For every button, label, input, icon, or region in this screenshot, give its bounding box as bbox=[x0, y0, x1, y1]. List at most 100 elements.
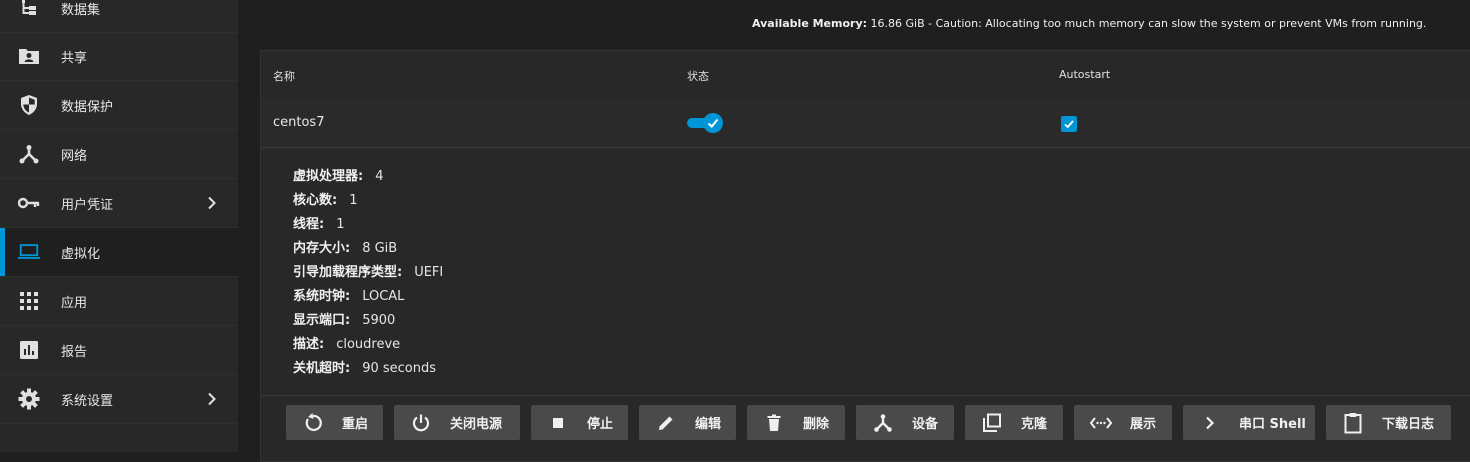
detail-value: 1 bbox=[336, 217, 345, 232]
column-header-autostart[interactable]: Autostart bbox=[1059, 68, 1110, 81]
detail-value: 1 bbox=[349, 193, 358, 208]
sidebar-item-label: 系统设置 bbox=[61, 393, 114, 409]
detail-key: 描述: bbox=[293, 337, 325, 352]
button-label: 串口 Shell bbox=[1239, 417, 1306, 432]
detail-bootloader: 引导加载程序类型: UEFI bbox=[293, 261, 443, 280]
edit-button[interactable]: 编辑 bbox=[639, 405, 736, 440]
sidebar-item-label: 应用 bbox=[61, 295, 88, 311]
gear-icon bbox=[18, 388, 40, 410]
sidebar-item-datasets[interactable]: 数据集 bbox=[0, 0, 238, 33]
edit-icon bbox=[655, 412, 677, 434]
clone-button[interactable]: 克隆 bbox=[965, 405, 1063, 440]
display-icon bbox=[1090, 412, 1112, 434]
detail-clock: 系统时钟: LOCAL bbox=[293, 285, 404, 304]
laptop-icon bbox=[18, 241, 40, 263]
button-label: 停止 bbox=[587, 417, 614, 432]
available-memory-notice: Available Memory: 16.86 GiB - Caution: A… bbox=[752, 17, 1426, 30]
table-header: 名称 状态 Autostart bbox=[261, 51, 1470, 100]
devices-button[interactable]: 设备 bbox=[856, 405, 954, 440]
chevron-right-icon bbox=[205, 196, 219, 210]
network-icon bbox=[18, 143, 40, 165]
column-header-name[interactable]: 名称 bbox=[273, 68, 295, 84]
button-label: 删除 bbox=[803, 417, 830, 432]
sidebar-item-label: 数据集 bbox=[61, 2, 101, 18]
table-row[interactable]: centos7 bbox=[261, 99, 1470, 148]
button-label: 展示 bbox=[1130, 417, 1157, 432]
button-label: 关闭电源 bbox=[450, 417, 503, 432]
memory-label: Available Memory: bbox=[752, 17, 868, 30]
detail-key: 核心数: bbox=[293, 193, 338, 208]
delete-icon bbox=[763, 412, 785, 434]
divider bbox=[261, 395, 1470, 396]
detail-key: 关机超时: bbox=[293, 361, 351, 376]
vm-name: centos7 bbox=[273, 115, 325, 130]
detail-value: 90 seconds bbox=[362, 361, 437, 376]
sidebar-item-label: 用户凭证 bbox=[61, 197, 114, 213]
button-label: 下载日志 bbox=[1382, 417, 1435, 432]
vm-table: 名称 状态 Autostart centos7 虚拟处理器: 4 核心数: 1 线程… bbox=[260, 50, 1470, 462]
detail-display-port: 显示端口: 5900 bbox=[293, 309, 395, 328]
sidebar-item-label: 数据保护 bbox=[61, 99, 114, 115]
sidebar-item-label: 报告 bbox=[61, 344, 88, 360]
shield-icon bbox=[18, 94, 40, 116]
button-label: 重启 bbox=[342, 417, 369, 432]
memory-text: 16.86 GiB - Caution: Allocating too much… bbox=[867, 17, 1427, 30]
display-button[interactable]: 展示 bbox=[1074, 405, 1172, 440]
detail-key: 系统时钟: bbox=[293, 289, 351, 304]
serial-shell-icon bbox=[1199, 412, 1221, 434]
detail-value: LOCAL bbox=[362, 289, 405, 304]
detail-value: cloudreve bbox=[336, 337, 401, 352]
key-icon bbox=[18, 192, 40, 214]
button-label: 克隆 bbox=[1021, 417, 1048, 432]
sidebar-item-label: 共享 bbox=[61, 50, 88, 66]
detail-value: UEFI bbox=[414, 265, 444, 280]
share-icon bbox=[18, 45, 40, 67]
autostart-checkbox[interactable] bbox=[1061, 116, 1077, 132]
sidebar-item-virtualization[interactable]: 虚拟化 bbox=[0, 228, 238, 277]
sidebar-item-share[interactable]: 共享 bbox=[0, 32, 238, 81]
sidebar-item-system-settings[interactable]: 系统设置 bbox=[0, 375, 238, 424]
sidebar: 数据集 共享 数据保护 网络 用户凭证 虚拟化 应用 报告 系统设置 bbox=[0, 0, 238, 452]
detail-value: 5900 bbox=[362, 313, 396, 328]
detail-key: 内存大小: bbox=[293, 241, 351, 256]
detail-description: 描述: cloudreve bbox=[293, 333, 400, 352]
detail-value: 8 GiB bbox=[362, 241, 398, 256]
power-off-button[interactable]: 关闭电源 bbox=[394, 405, 520, 440]
sidebar-item-apps[interactable]: 应用 bbox=[0, 277, 238, 326]
download-log-icon bbox=[1342, 412, 1364, 434]
detail-key: 显示端口: bbox=[293, 313, 351, 328]
dataset-icon bbox=[18, 0, 40, 19]
sidebar-item-label: 虚拟化 bbox=[61, 246, 101, 262]
delete-button[interactable]: 删除 bbox=[747, 405, 845, 440]
stop-icon bbox=[547, 412, 569, 434]
report-chart-icon bbox=[18, 339, 40, 361]
devices-icon bbox=[872, 412, 894, 434]
detail-shutdown-timeout: 关机超时: 90 seconds bbox=[293, 357, 436, 376]
stop-button[interactable]: 停止 bbox=[531, 405, 628, 440]
sidebar-item-reports[interactable]: 报告 bbox=[0, 326, 238, 375]
button-label: 编辑 bbox=[695, 417, 722, 432]
active-indicator bbox=[0, 228, 5, 276]
sidebar-item-data-protection[interactable]: 数据保护 bbox=[0, 81, 238, 130]
serial-shell-button[interactable]: 串口 Shell bbox=[1183, 405, 1315, 440]
detail-key: 虚拟处理器: bbox=[293, 169, 364, 184]
detail-memory: 内存大小: 8 GiB bbox=[293, 237, 397, 256]
detail-cores: 核心数: 1 bbox=[293, 189, 357, 208]
state-toggle[interactable] bbox=[687, 113, 723, 133]
detail-key: 线程: bbox=[293, 217, 325, 232]
chevron-right-icon bbox=[205, 392, 219, 406]
detail-value: 4 bbox=[375, 169, 384, 184]
column-header-state[interactable]: 状态 bbox=[687, 68, 709, 84]
sidebar-item-network[interactable]: 网络 bbox=[0, 130, 238, 179]
button-label: 设备 bbox=[912, 417, 939, 432]
sidebar-item-label: 网络 bbox=[61, 148, 88, 164]
detail-threads: 线程: 1 bbox=[293, 213, 344, 232]
sidebar-item-credentials[interactable]: 用户凭证 bbox=[0, 179, 238, 228]
power-icon bbox=[410, 412, 432, 434]
check-icon bbox=[703, 113, 723, 133]
detail-vcpus: 虚拟处理器: 4 bbox=[293, 165, 383, 184]
download-log-button[interactable]: 下载日志 bbox=[1326, 405, 1451, 440]
clone-icon bbox=[981, 412, 1003, 434]
apps-grid-icon bbox=[18, 290, 40, 312]
restart-button[interactable]: 重启 bbox=[286, 405, 383, 440]
